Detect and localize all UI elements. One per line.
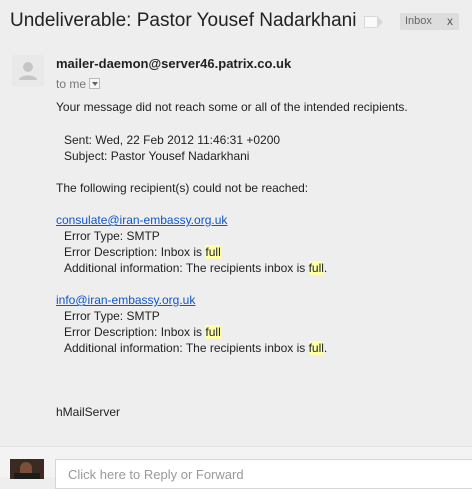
reply-area: Click here to Reply or Forward xyxy=(0,446,472,489)
error-description: Error Description: Inbox is full xyxy=(64,244,221,260)
highlighted-term: full xyxy=(205,245,221,259)
recipient-email-link[interactable]: consulate@iran-embassy.org.uk xyxy=(56,213,227,227)
recipient-email-link[interactable]: info@iran-embassy.org.uk xyxy=(56,293,195,307)
subject-line: Subject: Pastor Yousef Nadarkhani xyxy=(64,149,250,163)
email-subject: Undeliverable: Pastor Yousef Nadarkhani xyxy=(10,10,357,31)
to-me-text: to me xyxy=(56,77,87,91)
error-description-text: Error Description: Inbox is xyxy=(64,245,206,259)
additional-info-text: Additional information: The recipients i… xyxy=(64,341,309,355)
recipient-summary: to me xyxy=(56,77,101,91)
label-tag-icon[interactable] xyxy=(364,16,383,28)
additional-info-suffix: . xyxy=(323,341,328,355)
failed-intro: The following recipient(s) could not be … xyxy=(56,181,309,195)
sender-email[interactable]: mailer-daemon@server46.patrix.co.uk xyxy=(56,56,291,71)
signature: hMailServer xyxy=(56,405,121,419)
default-person-icon xyxy=(19,62,37,80)
chevron-down-icon[interactable] xyxy=(89,78,101,89)
additional-info-text: Additional information: The recipients i… xyxy=(64,261,309,275)
reply-input[interactable]: Click here to Reply or Forward xyxy=(55,459,472,489)
sender-avatar xyxy=(12,55,44,87)
error-type: Error Type: SMTP xyxy=(64,229,160,243)
user-avatar xyxy=(10,459,44,479)
highlighted-term: full xyxy=(308,341,324,355)
recipient-block: consulate@iran-embassy.org.uk xyxy=(56,212,227,228)
error-description-text: Error Description: Inbox is xyxy=(64,325,206,339)
sent-line: Sent: Wed, 22 Feb 2012 11:46:31 +0200 xyxy=(64,133,281,147)
subject-header: Undeliverable: Pastor Yousef Nadarkhani … xyxy=(0,0,472,44)
inbox-label-text: Inbox xyxy=(405,15,432,27)
additional-info: Additional information: The recipients i… xyxy=(64,340,327,356)
inbox-label-chip[interactable]: Inbox x xyxy=(400,13,459,30)
recipient-block: info@iran-embassy.org.uk xyxy=(56,292,195,308)
highlighted-term: full xyxy=(308,261,324,275)
intro-text: Your message did not reach some or all o… xyxy=(56,100,408,114)
error-type: Error Type: SMTP xyxy=(64,309,160,323)
highlighted-term: full xyxy=(205,325,221,339)
additional-info-suffix: . xyxy=(323,261,328,275)
error-description: Error Description: Inbox is full xyxy=(64,324,221,340)
avatar-shirt xyxy=(14,473,40,479)
remove-label-button[interactable]: x xyxy=(447,14,453,28)
additional-info: Additional information: The recipients i… xyxy=(64,260,327,276)
